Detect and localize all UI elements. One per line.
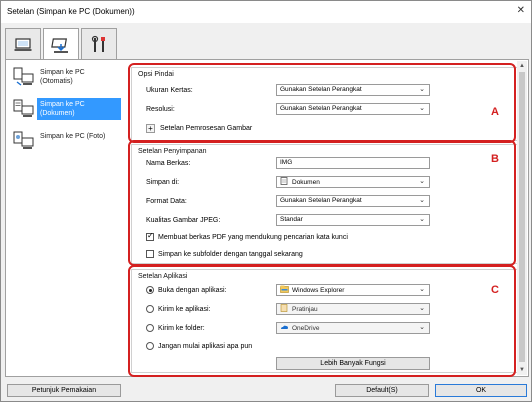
save-settings-section: Setelan Penyimpanan Nama Berkas: IMG Sim… — [131, 144, 518, 264]
preview-app-icon — [280, 304, 288, 312]
annotation-marker-b: B — [491, 153, 499, 165]
radio-dot[interactable] — [146, 324, 154, 332]
checkbox-box[interactable] — [146, 250, 154, 258]
expand-image-processing-button[interactable]: + — [146, 124, 155, 133]
scanner-icon — [51, 38, 68, 53]
image-processing-label: Setelan Pemrosesan Gambar — [160, 125, 253, 132]
chevron-down-icon: ⌄ — [419, 324, 425, 331]
data-format-label: Format Data: — [146, 198, 187, 205]
chevron-down-icon: ⌄ — [419, 286, 425, 293]
save-in-dropdown[interactable]: Dokumen ⌄ — [276, 176, 430, 188]
content-panel: Simpan ke PC (Otomatis) Simpan ke PC (Do… — [5, 59, 529, 377]
title-bar: Setelan (Simpan ke PC (Dokumen)) ✕ — [1, 1, 531, 23]
sidebar-item-save-photo[interactable]: Simpan ke PC (Foto) — [10, 128, 122, 160]
annotation-marker-a: A — [491, 106, 499, 118]
data-format-dropdown[interactable]: Gunakan Setelan Perangkat ⌄ — [276, 195, 430, 207]
data-format-value: Gunakan Setelan Perangkat — [280, 197, 362, 204]
pc-auto-icon — [13, 67, 34, 86]
radio-dot[interactable] — [146, 305, 154, 313]
open-with-app-radio[interactable]: Buka dengan aplikasi: — [146, 285, 227, 295]
send-to-folder-radio[interactable]: Kirim ke folder: — [146, 323, 205, 333]
chevron-down-icon: ⌄ — [419, 197, 425, 204]
send-to-folder-dropdown[interactable]: OneDrive ⌄ — [276, 322, 430, 334]
file-name-input[interactable]: IMG — [276, 157, 430, 169]
jpeg-quality-value: Standar — [280, 216, 303, 223]
send-to-app-label: Kirim ke aplikasi: — [158, 305, 211, 313]
instructions-button[interactable]: Petunjuk Pemakaian — [7, 384, 121, 397]
scroll-thumb[interactable] — [519, 72, 525, 362]
onedrive-icon — [281, 325, 288, 329]
send-to-app-radio[interactable]: Kirim ke aplikasi: — [146, 304, 211, 314]
do-not-start-label: Jangan mulai aplikasi apa pun — [158, 342, 253, 350]
send-to-folder-value: OneDrive — [292, 325, 320, 332]
resolution-label: Resolusi: — [146, 106, 175, 113]
file-explorer-icon — [280, 285, 289, 293]
sidebar-item-save-document[interactable]: Simpan ke PC (Dokumen) — [10, 96, 122, 128]
settings-window: Setelan (Simpan ke PC (Dokumen)) ✕ Simpa… — [0, 0, 532, 402]
close-icon[interactable]: ✕ — [517, 5, 525, 16]
do-not-start-app-radio[interactable]: Jangan mulai aplikasi apa pun — [146, 341, 252, 351]
send-to-app-dropdown[interactable]: Pratinjau ⌄ — [276, 303, 430, 315]
jpeg-quality-dropdown[interactable]: Standar ⌄ — [276, 214, 430, 226]
document-folder-icon — [280, 177, 288, 185]
chevron-down-icon: ⌄ — [419, 86, 425, 93]
sidebar: Simpan ke PC (Otomatis) Simpan ke PC (Do… — [8, 62, 125, 374]
tools-icon — [91, 35, 105, 52]
tab-general-settings[interactable] — [81, 28, 117, 60]
checkbox-box[interactable] — [146, 231, 154, 241]
more-functions-button[interactable]: Lebih Banyak Fungsi — [276, 357, 430, 370]
chevron-down-icon: ⌄ — [419, 178, 425, 185]
chevron-down-icon: ⌄ — [419, 216, 425, 223]
paper-size-dropdown[interactable]: Gunakan Setelan Perangkat ⌄ — [276, 84, 430, 96]
sidebar-item-label: Simpan ke PC (Dokumen) — [37, 98, 121, 120]
scan-options-section: Opsi Pindai Ukuran Kertas: Gunakan Setel… — [131, 67, 518, 141]
jpeg-quality-label: Kualitas Gambar JPEG: — [146, 217, 221, 224]
scroll-down-icon[interactable]: ▼ — [518, 366, 526, 374]
pc-photo-icon — [13, 131, 34, 149]
vertical-scrollbar[interactable]: ▲ ▼ — [517, 61, 527, 375]
paper-size-label: Ukuran Kertas: — [146, 87, 193, 94]
paper-size-value: Gunakan Setelan Perangkat — [280, 86, 362, 93]
annotation-marker-c: C — [491, 284, 499, 296]
pc-document-icon — [13, 99, 34, 117]
section-header: Opsi Pindai — [138, 71, 174, 78]
date-subfolder-checkbox[interactable]: Simpan ke subfolder dengan tanggal sekar… — [146, 249, 303, 259]
scan-to-pc-icon — [14, 37, 32, 51]
open-with-value: Windows Explorer — [292, 287, 345, 294]
defaults-button[interactable]: Default(S) — [335, 384, 429, 397]
window-title: Setelan (Simpan ke PC (Dokumen)) — [7, 7, 135, 16]
open-with-label: Buka dengan aplikasi: — [158, 286, 227, 294]
send-to-app-value: Pratinjau — [292, 306, 318, 313]
file-name-value: IMG — [280, 159, 293, 166]
pdf-keyword-checkbox[interactable]: Membuat berkas PDF yang mendukung pencar… — [146, 231, 348, 242]
resolution-value: Gunakan Setelan Perangkat — [280, 105, 362, 112]
chevron-down-icon: ⌄ — [419, 305, 425, 312]
radio-dot[interactable] — [146, 286, 154, 294]
tab-scan-from-operation-panel[interactable] — [5, 28, 41, 60]
pdf-keyword-label: Membuat berkas PDF yang mendukung pencar… — [158, 233, 348, 241]
radio-dot[interactable] — [146, 342, 154, 350]
file-name-label: Nama Berkas: — [146, 160, 191, 167]
scroll-up-icon[interactable]: ▲ — [518, 62, 526, 70]
section-header: Setelan Penyimpanan — [138, 148, 207, 155]
chevron-down-icon: ⌄ — [419, 105, 425, 112]
subfolder-label: Simpan ke subfolder dengan tanggal sekar… — [158, 250, 303, 258]
sidebar-item-save-auto[interactable]: Simpan ke PC (Otomatis) — [10, 64, 122, 96]
sidebar-item-label: Simpan ke PC (Otomatis) — [40, 69, 85, 85]
save-in-value: Dokumen — [292, 179, 320, 186]
send-to-folder-label: Kirim ke folder: — [158, 324, 205, 332]
save-in-label: Simpan di: — [146, 179, 180, 186]
resolution-dropdown[interactable]: Gunakan Setelan Perangkat ⌄ — [276, 103, 430, 115]
app-settings-section: Setelan Aplikasi Buka dengan aplikasi: W… — [131, 269, 518, 373]
section-header: Setelan Aplikasi — [138, 273, 188, 280]
open-with-dropdown[interactable]: Windows Explorer ⌄ — [276, 284, 430, 296]
ok-button[interactable]: OK — [435, 384, 527, 397]
sidebar-item-label: Simpan ke PC (Foto) — [40, 133, 106, 140]
tab-scan-from-computer[interactable] — [43, 28, 79, 61]
